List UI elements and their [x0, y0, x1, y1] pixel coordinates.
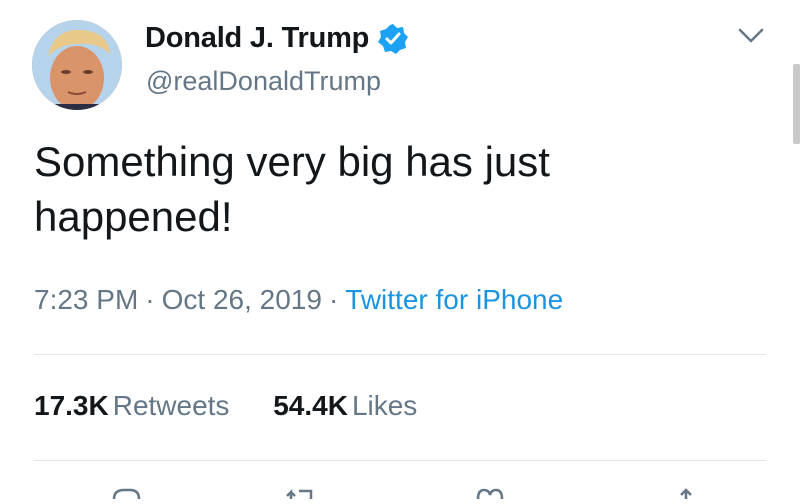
display-name[interactable]: Donald J. Trump — [145, 22, 369, 55]
tweet-source-link[interactable]: Twitter for iPhone — [345, 284, 563, 315]
likes-label: Likes — [351, 390, 418, 421]
retweets-stat[interactable]: 17.3K Retweets — [34, 390, 229, 422]
tweet-text: Something very big has just happened! — [34, 138, 550, 240]
retweets-label: Retweets — [112, 390, 230, 421]
author-row: Donald J. Trump — [145, 22, 409, 55]
divider — [34, 354, 766, 355]
meta-separator: · — [328, 284, 339, 315]
scrollbar[interactable] — [793, 64, 800, 144]
divider — [34, 460, 766, 461]
verified-badge-icon — [377, 23, 409, 55]
tweet-stats: 17.3K Retweets 54.4K Likes — [34, 390, 453, 422]
chevron-down-icon[interactable] — [735, 24, 767, 48]
reply-icon[interactable] — [108, 486, 144, 500]
share-icon[interactable] — [668, 486, 704, 499]
action-bar — [0, 486, 800, 500]
avatar-image — [32, 20, 122, 110]
likes-count: 54.4K — [273, 390, 348, 421]
retweets-count: 17.3K — [34, 390, 109, 421]
heart-icon[interactable] — [472, 486, 508, 500]
retweet-icon[interactable] — [283, 486, 319, 499]
avatar[interactable] — [32, 20, 122, 110]
user-handle[interactable]: @realDonaldTrump — [146, 66, 381, 97]
likes-stat[interactable]: 54.4K Likes — [273, 390, 417, 422]
tweet-meta: 7:23 PM · Oct 26, 2019 · Twitter for iPhone — [34, 284, 563, 316]
meta-separator: · — [145, 284, 155, 315]
tweet-date[interactable]: Oct 26, 2019 — [162, 284, 322, 315]
tweet-time[interactable]: 7:23 PM — [34, 284, 138, 315]
